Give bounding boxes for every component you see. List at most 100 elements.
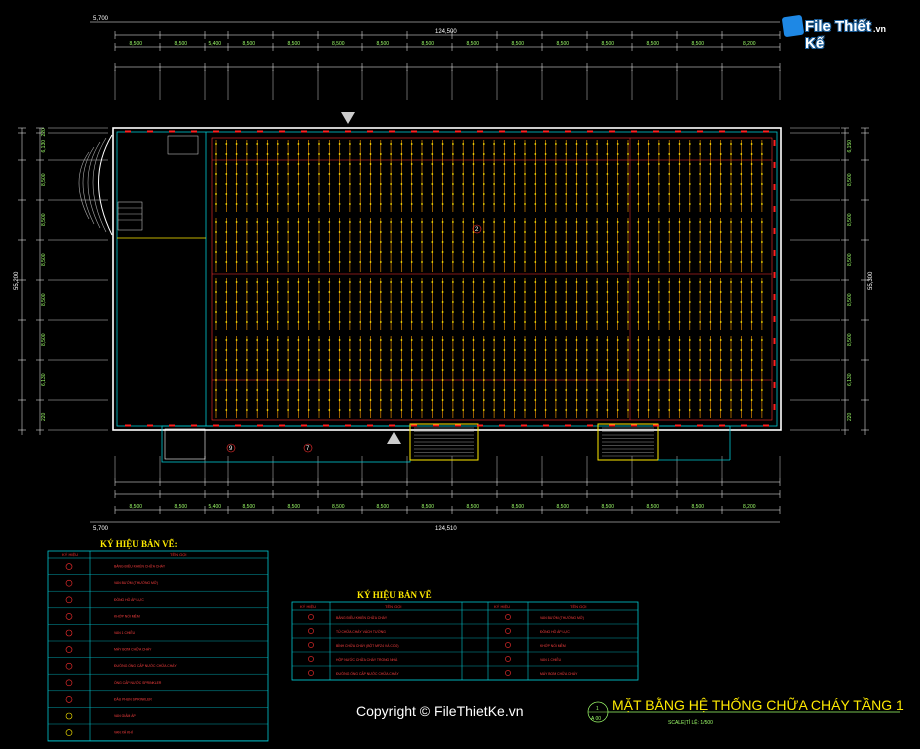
sprinkler-head bbox=[472, 409, 475, 411]
sprinkler-head bbox=[544, 379, 547, 381]
sprinkler-head bbox=[534, 143, 537, 145]
sprinkler-head bbox=[606, 143, 609, 145]
sprinkler-head bbox=[379, 261, 382, 263]
sprinkler-head bbox=[215, 349, 217, 351]
sprinkler-head bbox=[575, 153, 578, 155]
sprinkler-head bbox=[750, 321, 753, 323]
sprinkler-head bbox=[575, 183, 578, 185]
sprinkler-head bbox=[627, 261, 629, 263]
sprinkler-head bbox=[482, 143, 485, 145]
sprinkler-head bbox=[287, 203, 289, 205]
sprinkler-head bbox=[565, 379, 568, 381]
sprinkler-head bbox=[719, 349, 722, 351]
sprinkler-head bbox=[719, 291, 722, 293]
sprinkler-head bbox=[513, 409, 516, 411]
sprinkler-head bbox=[761, 359, 763, 361]
sprinkler-head bbox=[627, 409, 629, 411]
sprinkler-head bbox=[555, 281, 557, 283]
bottom-dim-label: 8,500 bbox=[512, 504, 525, 510]
sprinkler-head bbox=[596, 281, 598, 283]
sprinkler-head bbox=[668, 231, 671, 233]
sprinkler-head bbox=[709, 349, 712, 351]
sprinkler-head bbox=[287, 311, 289, 313]
sprinkler-head bbox=[688, 321, 691, 323]
sprinkler-head bbox=[359, 389, 362, 391]
sprinkler-head bbox=[431, 221, 434, 223]
sprinkler-head bbox=[585, 251, 588, 253]
sprinkler-head bbox=[390, 321, 392, 323]
sprinkler-head bbox=[678, 321, 681, 323]
sprinkler-head bbox=[688, 183, 691, 185]
sprinkler-head bbox=[493, 193, 495, 195]
sprinkler-head bbox=[585, 379, 588, 381]
sprinkler-head bbox=[369, 143, 372, 145]
sprinkler-head bbox=[658, 359, 660, 361]
sprinkler-head bbox=[534, 153, 537, 155]
sprinkler-head bbox=[349, 203, 351, 205]
sprinkler-head bbox=[225, 153, 228, 155]
sprinkler-head bbox=[441, 163, 444, 165]
sprinkler-head bbox=[637, 379, 640, 381]
wall-segment bbox=[773, 404, 776, 410]
sprinkler-head bbox=[761, 183, 763, 185]
sprinkler-head bbox=[482, 321, 485, 323]
sprinkler-head bbox=[410, 311, 413, 313]
sprinkler-head bbox=[503, 339, 506, 341]
sprinkler-head bbox=[266, 349, 269, 351]
sprinkler-head bbox=[390, 153, 392, 155]
sprinkler-head bbox=[349, 321, 351, 323]
top-dim-label: 8,500 bbox=[422, 41, 435, 47]
bottom-dim-label: 8,500 bbox=[467, 504, 480, 510]
sprinkler-head bbox=[359, 231, 362, 233]
sprinkler-head bbox=[410, 301, 413, 303]
copyright-notice: Copyright © FileThietKe.vn bbox=[356, 703, 524, 719]
sprinkler-head bbox=[400, 183, 403, 185]
sprinkler-head bbox=[719, 359, 722, 361]
sprinkler-head bbox=[709, 301, 712, 303]
sprinkler-head bbox=[730, 389, 732, 391]
sprinkler-head bbox=[596, 369, 598, 371]
sprinkler-head bbox=[338, 173, 341, 175]
sprinkler-head bbox=[658, 143, 660, 145]
sprinkler-head bbox=[318, 241, 320, 243]
sprinkler-head bbox=[287, 153, 289, 155]
wall-segment bbox=[609, 424, 615, 427]
sprinkler-head bbox=[359, 203, 362, 205]
sprinkler-head bbox=[606, 399, 609, 401]
sprinkler-head bbox=[390, 261, 392, 263]
sprinkler-head bbox=[256, 261, 259, 263]
sprinkler-head bbox=[431, 301, 434, 303]
sprinkler-head bbox=[534, 369, 537, 371]
sprinkler-head bbox=[359, 163, 362, 165]
sprinkler-head bbox=[513, 399, 516, 401]
top-dim-label: 8,500 bbox=[467, 41, 480, 47]
sprinkler-head bbox=[359, 143, 362, 145]
sprinkler-head bbox=[482, 261, 485, 263]
sprinkler-head bbox=[441, 339, 444, 341]
sprinkler-head bbox=[688, 153, 691, 155]
sprinkler-head bbox=[246, 143, 248, 145]
total-width-right-label: 55,300 bbox=[868, 271, 874, 290]
sprinkler-head bbox=[225, 143, 228, 145]
sprinkler-head bbox=[297, 231, 300, 233]
sprinkler-head bbox=[493, 349, 495, 351]
sprinkler-head bbox=[276, 183, 279, 185]
sprinkler-head bbox=[482, 301, 485, 303]
legend-symbol-icon bbox=[308, 628, 314, 634]
sprinkler-head bbox=[688, 163, 691, 165]
sprinkler-head bbox=[431, 359, 434, 361]
sprinkler-head bbox=[637, 399, 640, 401]
sprinkler-head bbox=[359, 321, 362, 323]
sprinkler-head bbox=[359, 241, 362, 243]
sprinkler-head bbox=[719, 231, 722, 233]
sprinkler-head bbox=[441, 281, 444, 283]
sprinkler-head bbox=[246, 203, 248, 205]
sprinkler-head bbox=[266, 291, 269, 293]
sprinkler-head bbox=[410, 143, 413, 145]
legend-mid-title: KÝ HIỆU BẢN VẼ bbox=[357, 590, 432, 600]
sprinkler-head bbox=[585, 399, 588, 401]
sprinkler-head bbox=[338, 379, 341, 381]
sprinkler-head bbox=[246, 389, 248, 391]
sprinkler-head bbox=[359, 301, 362, 303]
sprinkler-head bbox=[452, 311, 454, 313]
